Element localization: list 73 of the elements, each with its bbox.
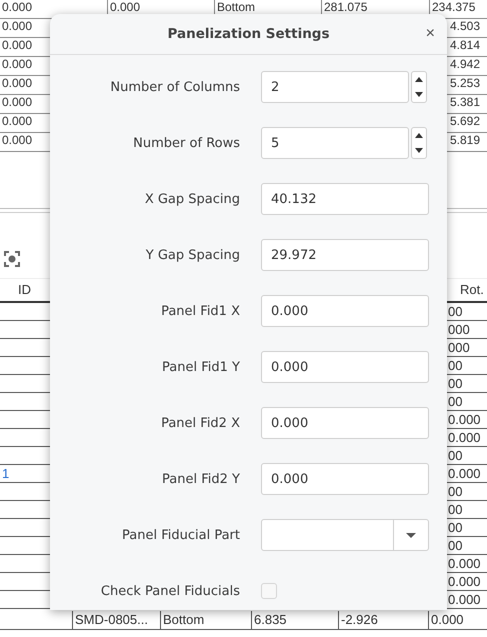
table-cell: 0.000: [448, 466, 481, 481]
field-label: Panel Fid2 X: [160, 416, 240, 430]
table-cell: 1: [2, 466, 10, 481]
input-field[interactable]: 0.000: [261, 295, 429, 327]
table-cell: -2.926: [341, 612, 378, 627]
table-cell: Bottom: [217, 0, 256, 14]
table-cell: 00: [448, 520, 462, 535]
field-label: Panel Fid2 Y: [161, 472, 240, 486]
field-label: Number of Columns: [109, 80, 240, 94]
table-cell: 0.000: [110, 0, 140, 14]
field-label: Panel Fid1 Y: [161, 360, 240, 374]
down-arrow-icon[interactable]: [415, 92, 423, 97]
table-cell: 00: [448, 502, 462, 517]
checkbox[interactable]: [261, 583, 277, 599]
table-cell-text: 5.253: [449, 76, 480, 90]
up-arrow-icon[interactable]: [415, 77, 423, 82]
table-cell: SMD-0805...: [75, 612, 148, 627]
number-field[interactable]: 2: [261, 71, 409, 103]
table-cell: 0.000: [2, 57, 32, 71]
column-header[interactable]: Rot.: [460, 282, 484, 297]
down-arrow-icon[interactable]: [415, 148, 423, 153]
table-cell: 00: [448, 448, 462, 463]
table-cell: 6.835: [254, 612, 287, 627]
table-cell: 0.000: [448, 592, 481, 607]
table-cell-text: 5.381: [449, 95, 480, 109]
table-cell: 0.000: [2, 76, 32, 90]
table-cell: 0.000: [431, 612, 464, 627]
field-label: Panel Fiducial Part: [121, 528, 240, 542]
field-label: X Gap Spacing: [144, 192, 240, 206]
table-cell: 0.000: [448, 574, 481, 589]
table-cell: 0.000: [2, 0, 32, 14]
table-cell: 0.000: [2, 133, 32, 147]
table-cell: 0.000: [2, 95, 32, 109]
table-cell-text: 5.692: [449, 114, 480, 128]
field-label: Panel Fid1 X: [160, 304, 240, 318]
table-cell-text: 5.819: [449, 133, 480, 147]
input-field[interactable]: 0.000: [261, 351, 429, 383]
table-cell: 0.000: [448, 412, 481, 427]
table-cell: 000: [448, 340, 470, 355]
field-label: Number of Rows: [132, 136, 240, 150]
field-label: Check Panel Fiducials: [100, 584, 240, 598]
table-cell: 00: [448, 376, 462, 391]
spin-buttons[interactable]: [411, 71, 427, 103]
table-cell-text: 4.503: [449, 19, 480, 33]
table-cell: 00: [448, 304, 462, 319]
column-header[interactable]: ID: [18, 282, 31, 297]
table-cell: 0.000: [448, 556, 481, 571]
table-cell-text: 4.942: [449, 57, 480, 71]
table-cell: 0.000: [448, 430, 481, 445]
input-field[interactable]: 0.000: [261, 463, 429, 495]
table-cell: 00: [448, 394, 462, 409]
table-cell: 00: [448, 358, 462, 373]
input-field[interactable]: 0.000: [261, 407, 429, 439]
target-icon[interactable]: [4, 251, 20, 267]
field-label: Y Gap Spacing: [144, 248, 240, 262]
spin-buttons[interactable]: [411, 127, 427, 159]
table-cell: 00: [448, 484, 462, 499]
table-cell: 281.075: [324, 0, 368, 14]
input-field[interactable]: 29.972: [261, 239, 429, 271]
table-cell: 000: [448, 322, 470, 337]
dialog-title: Panelization Settings: [167, 26, 330, 42]
table-cell-text: 4.814: [449, 38, 480, 52]
table-cell: Bottom: [163, 612, 204, 627]
table-cell: 234.375: [432, 0, 476, 14]
table-cell: 0.000: [2, 38, 32, 52]
close-button[interactable]: ×: [422, 24, 439, 44]
table-cell: 00: [448, 538, 462, 553]
caret-icon: [406, 532, 416, 538]
table-cell: 0.000: [2, 19, 32, 33]
number-field[interactable]: 5: [261, 127, 409, 159]
input-field[interactable]: 40.132: [261, 183, 429, 215]
up-arrow-icon[interactable]: [415, 133, 423, 138]
table-cell: 0.000: [2, 114, 32, 128]
